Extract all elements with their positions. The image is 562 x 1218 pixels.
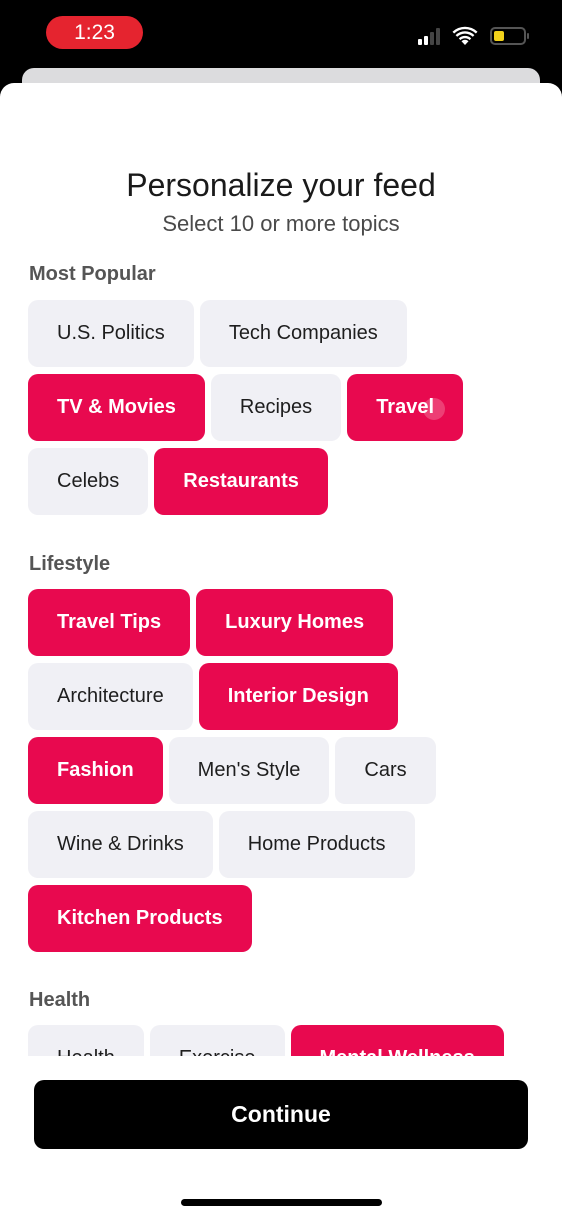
touch-indicator bbox=[423, 398, 446, 420]
personalize-sheet: Personalize your feed Select 10 or more … bbox=[0, 83, 562, 1218]
topic-chip-home-products[interactable]: Home Products bbox=[218, 811, 415, 878]
cellular-signal-icon bbox=[418, 27, 440, 45]
page-subtitle: Select 10 or more topics bbox=[162, 211, 400, 236]
battery-icon bbox=[490, 27, 529, 45]
topic-chip-label: Home Products bbox=[247, 833, 386, 855]
section-label-most-popular: Most Popular bbox=[29, 263, 156, 285]
status-bar: 1:23 bbox=[0, 0, 562, 68]
topic-group-most-popular: U.S. Politics Tech Companies TV & Movies Re… bbox=[28, 300, 534, 515]
topic-chip-label: Wine & Drinks bbox=[57, 833, 184, 855]
topic-chip-celebs[interactable]: Celebs bbox=[28, 448, 149, 515]
topic-chip-cars[interactable]: Cars bbox=[335, 737, 436, 804]
topic-chip-restaurants[interactable]: Restaurants bbox=[154, 448, 328, 515]
topic-chip-architecture[interactable]: Architecture bbox=[28, 663, 193, 730]
continue-button[interactable]: Continue bbox=[34, 1080, 528, 1149]
topic-chip-recipes[interactable]: Recipes bbox=[210, 374, 342, 441]
wifi-icon bbox=[452, 26, 478, 45]
topic-chip-label: Luxury Homes bbox=[225, 611, 365, 633]
status-icons bbox=[418, 26, 529, 46]
topic-chip-travel-tips[interactable]: Travel Tips bbox=[28, 589, 191, 656]
topic-chip-label: Interior Design bbox=[227, 685, 369, 707]
topic-chip-u-s-politics[interactable]: U.S. Politics bbox=[28, 300, 194, 367]
topic-chip-men-s-style[interactable]: Men's Style bbox=[168, 737, 330, 804]
topic-chip-tech-companies[interactable]: Tech Companies bbox=[199, 300, 407, 367]
topic-group-lifestyle: Travel Tips Luxury Homes Architecture Inter… bbox=[28, 589, 534, 952]
topic-chip-label: Men's Style bbox=[197, 759, 301, 781]
topic-chip-luxury-homes[interactable]: Luxury Homes bbox=[196, 589, 394, 656]
topic-chip-label: Recipes bbox=[239, 396, 313, 418]
topic-chip-label: Fashion bbox=[57, 759, 134, 781]
section-label-health: Health bbox=[29, 989, 91, 1011]
status-time: 1:23 bbox=[46, 16, 143, 49]
page-title: Personalize your feed bbox=[126, 167, 436, 203]
topic-chip-interior-design[interactable]: Interior Design bbox=[198, 663, 398, 730]
topic-chip-kitchen-products[interactable]: Kitchen Products bbox=[28, 885, 252, 952]
topic-chip-label: TV & Movies bbox=[57, 396, 176, 418]
topic-chip-label: Travel Tips bbox=[57, 611, 162, 633]
topic-chip-label: U.S. Politics bbox=[57, 322, 165, 344]
topic-chip-fashion[interactable]: Fashion bbox=[28, 737, 163, 804]
topic-chip-label: Kitchen Products bbox=[57, 907, 223, 929]
topic-chip-wine-drinks[interactable]: Wine & Drinks bbox=[28, 811, 213, 878]
home-indicator[interactable] bbox=[181, 1199, 382, 1206]
topic-chip-label: Tech Companies bbox=[228, 322, 378, 344]
topic-chip-label: Celebs bbox=[57, 470, 120, 492]
topic-chip-tv-movies[interactable]: TV & Movies bbox=[28, 374, 205, 441]
topic-chip-label: Architecture bbox=[57, 685, 164, 707]
topic-chip-label: Cars bbox=[364, 759, 407, 781]
topic-chip-travel[interactable]: Travel bbox=[347, 374, 464, 441]
section-label-lifestyle: Lifestyle bbox=[29, 553, 111, 575]
topic-chip-label: Restaurants bbox=[183, 470, 299, 492]
